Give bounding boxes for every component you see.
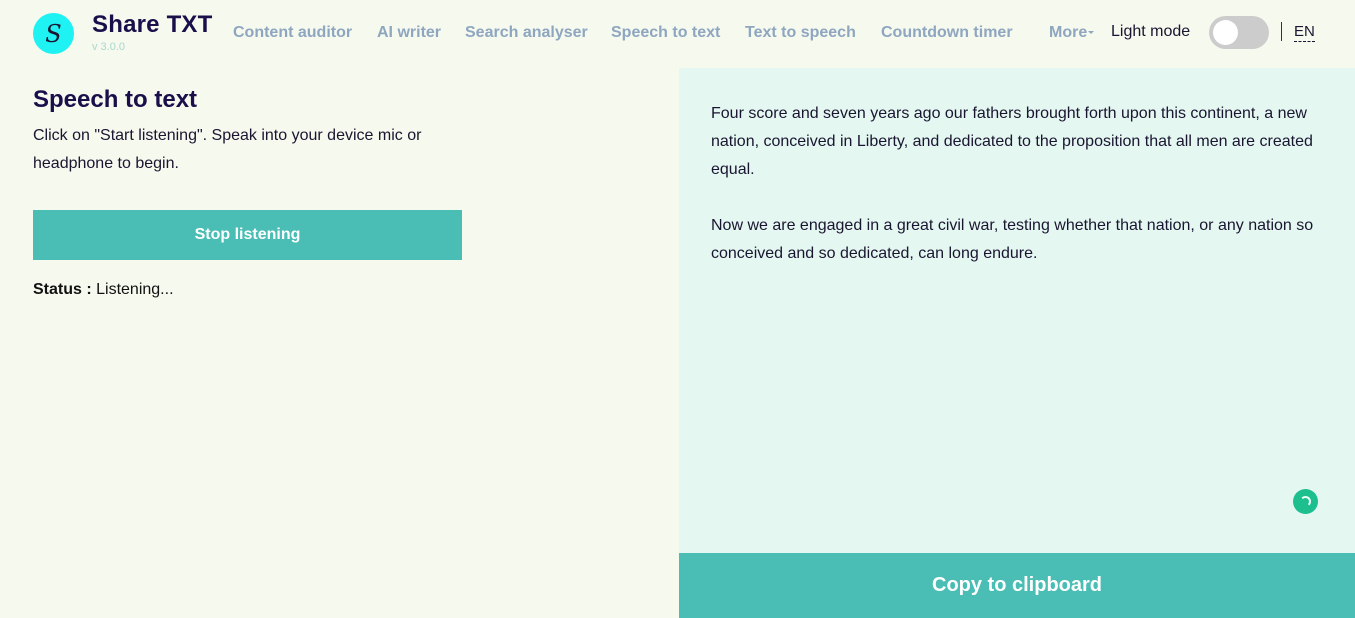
loading-spinner-icon (1293, 489, 1318, 514)
nav-countdown-timer[interactable]: Countdown timer (881, 24, 1013, 42)
theme-label: Light mode (1111, 23, 1191, 40)
transcript-panel: Four score and seven years ago our fathe… (679, 68, 1355, 618)
transcript-text[interactable]: Four score and seven years ago our fathe… (711, 100, 1326, 296)
transcript-paragraph: Now we are engaged in a great civil war,… (711, 217, 1314, 262)
nav-speech-to-text[interactable]: Speech to text (611, 24, 720, 42)
language-selector[interactable]: EN (1294, 23, 1315, 42)
header: S Share TXT v 3.0.0 Content auditor AI w… (0, 0, 1355, 68)
header-divider (1281, 22, 1282, 41)
status-line: Status : Listening... (33, 281, 174, 299)
brand-name[interactable]: Share TXT (92, 11, 213, 39)
instructions-text: Click on "Start listening". Speak into y… (33, 127, 422, 172)
version-label: v 3.0.0 (92, 41, 126, 53)
spinner-arc (1300, 496, 1311, 507)
logo-icon[interactable]: S (33, 13, 74, 54)
transcript-paragraph: Four score and seven years ago our fathe… (711, 105, 1313, 178)
nav-content-auditor[interactable]: Content auditor (233, 24, 352, 42)
copy-to-clipboard-button[interactable]: Copy to clipboard (679, 553, 1355, 618)
stop-listening-button[interactable]: Stop listening (33, 210, 462, 260)
nav-ai-writer[interactable]: AI writer (377, 24, 441, 42)
caret-down-icon (1088, 31, 1095, 35)
controls-panel: Speech to text Click on "Start listening… (0, 68, 679, 618)
theme-toggle[interactable] (1209, 16, 1269, 49)
nav-more-label: More (1049, 24, 1088, 41)
nav-search-analyser[interactable]: Search analyser (465, 24, 588, 42)
toggle-knob (1213, 20, 1238, 45)
status-label: Status : (33, 281, 92, 298)
nav-more-dropdown[interactable]: More (1049, 24, 1095, 42)
nav-text-to-speech[interactable]: Text to speech (745, 24, 856, 42)
status-value: Listening... (96, 281, 174, 298)
page-title: Speech to text (33, 86, 198, 113)
